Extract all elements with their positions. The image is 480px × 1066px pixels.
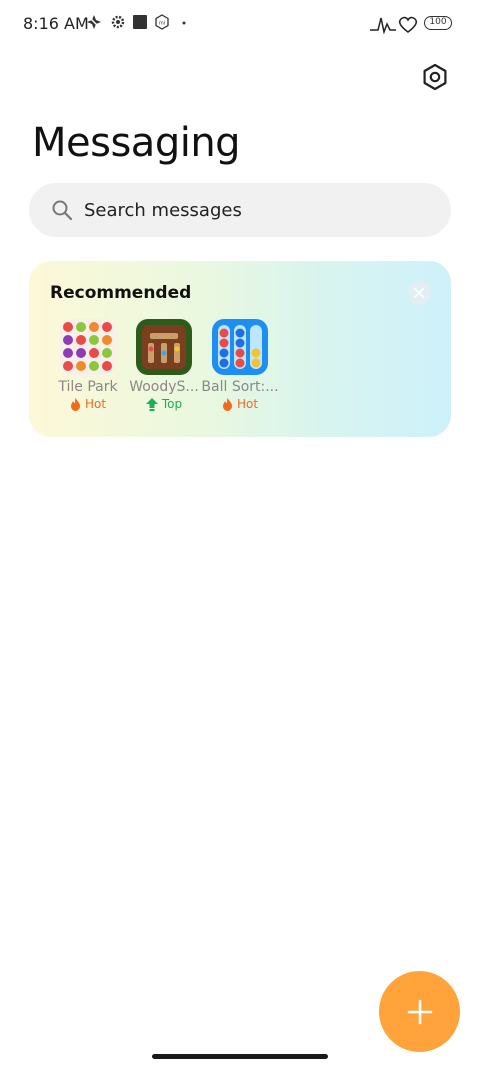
plus-icon bbox=[407, 999, 432, 1024]
heartbeat-signal-icon bbox=[370, 16, 418, 34]
flame-icon bbox=[70, 397, 80, 411]
app-name: WoodyS... bbox=[129, 379, 199, 395]
recommended-app-woodys[interactable]: WoodyS... Top bbox=[124, 319, 204, 411]
app-badge: Top bbox=[124, 397, 204, 411]
recommended-title: Recommended bbox=[50, 283, 192, 303]
battery-icon: 100 bbox=[424, 16, 452, 30]
app-badge-label: Hot bbox=[236, 397, 259, 411]
new-message-button[interactable] bbox=[379, 971, 460, 1052]
heart-icon bbox=[398, 16, 418, 33]
recommended-card: Recommended Tile Park Hot WoodyS... Top … bbox=[29, 261, 451, 437]
mi-icon: mi bbox=[155, 14, 169, 30]
app-badge-label: Top bbox=[161, 397, 183, 411]
app-name: Ball Sort:... bbox=[201, 379, 279, 395]
recommended-app-ball-sort[interactable]: Ball Sort:... Hot bbox=[200, 319, 280, 411]
square-icon bbox=[133, 15, 147, 29]
close-icon bbox=[414, 288, 424, 298]
settings-icon bbox=[423, 63, 447, 91]
fan-icon bbox=[87, 15, 101, 29]
search-input[interactable]: Search messages bbox=[84, 200, 242, 221]
home-indicator[interactable] bbox=[152, 1054, 328, 1059]
page-title: Messaging bbox=[32, 120, 241, 166]
status-time: 8:16 AM bbox=[23, 14, 89, 33]
arrow-up-icon bbox=[145, 397, 158, 411]
search-bar[interactable]: Search messages bbox=[29, 183, 451, 237]
ball-sort-app-icon bbox=[212, 319, 268, 375]
dot-icon bbox=[182, 21, 186, 25]
woodys-app-icon bbox=[136, 319, 192, 375]
settings-button[interactable] bbox=[418, 60, 452, 94]
settings-gear-icon bbox=[111, 15, 125, 29]
app-name: Tile Park bbox=[58, 379, 118, 395]
search-icon bbox=[52, 200, 73, 221]
app-badge: Hot bbox=[200, 397, 280, 411]
close-recommended-button[interactable] bbox=[407, 281, 431, 305]
app-badge-label: Hot bbox=[84, 397, 107, 411]
svg-text:mi: mi bbox=[159, 21, 165, 27]
app-badge: Hot bbox=[48, 397, 128, 411]
tile-park-app-icon bbox=[60, 319, 116, 375]
recommended-app-tile-park[interactable]: Tile Park Hot bbox=[48, 319, 128, 411]
flame-icon bbox=[222, 397, 232, 411]
status-bar: 8:16 AM mi 100 bbox=[0, 0, 480, 48]
